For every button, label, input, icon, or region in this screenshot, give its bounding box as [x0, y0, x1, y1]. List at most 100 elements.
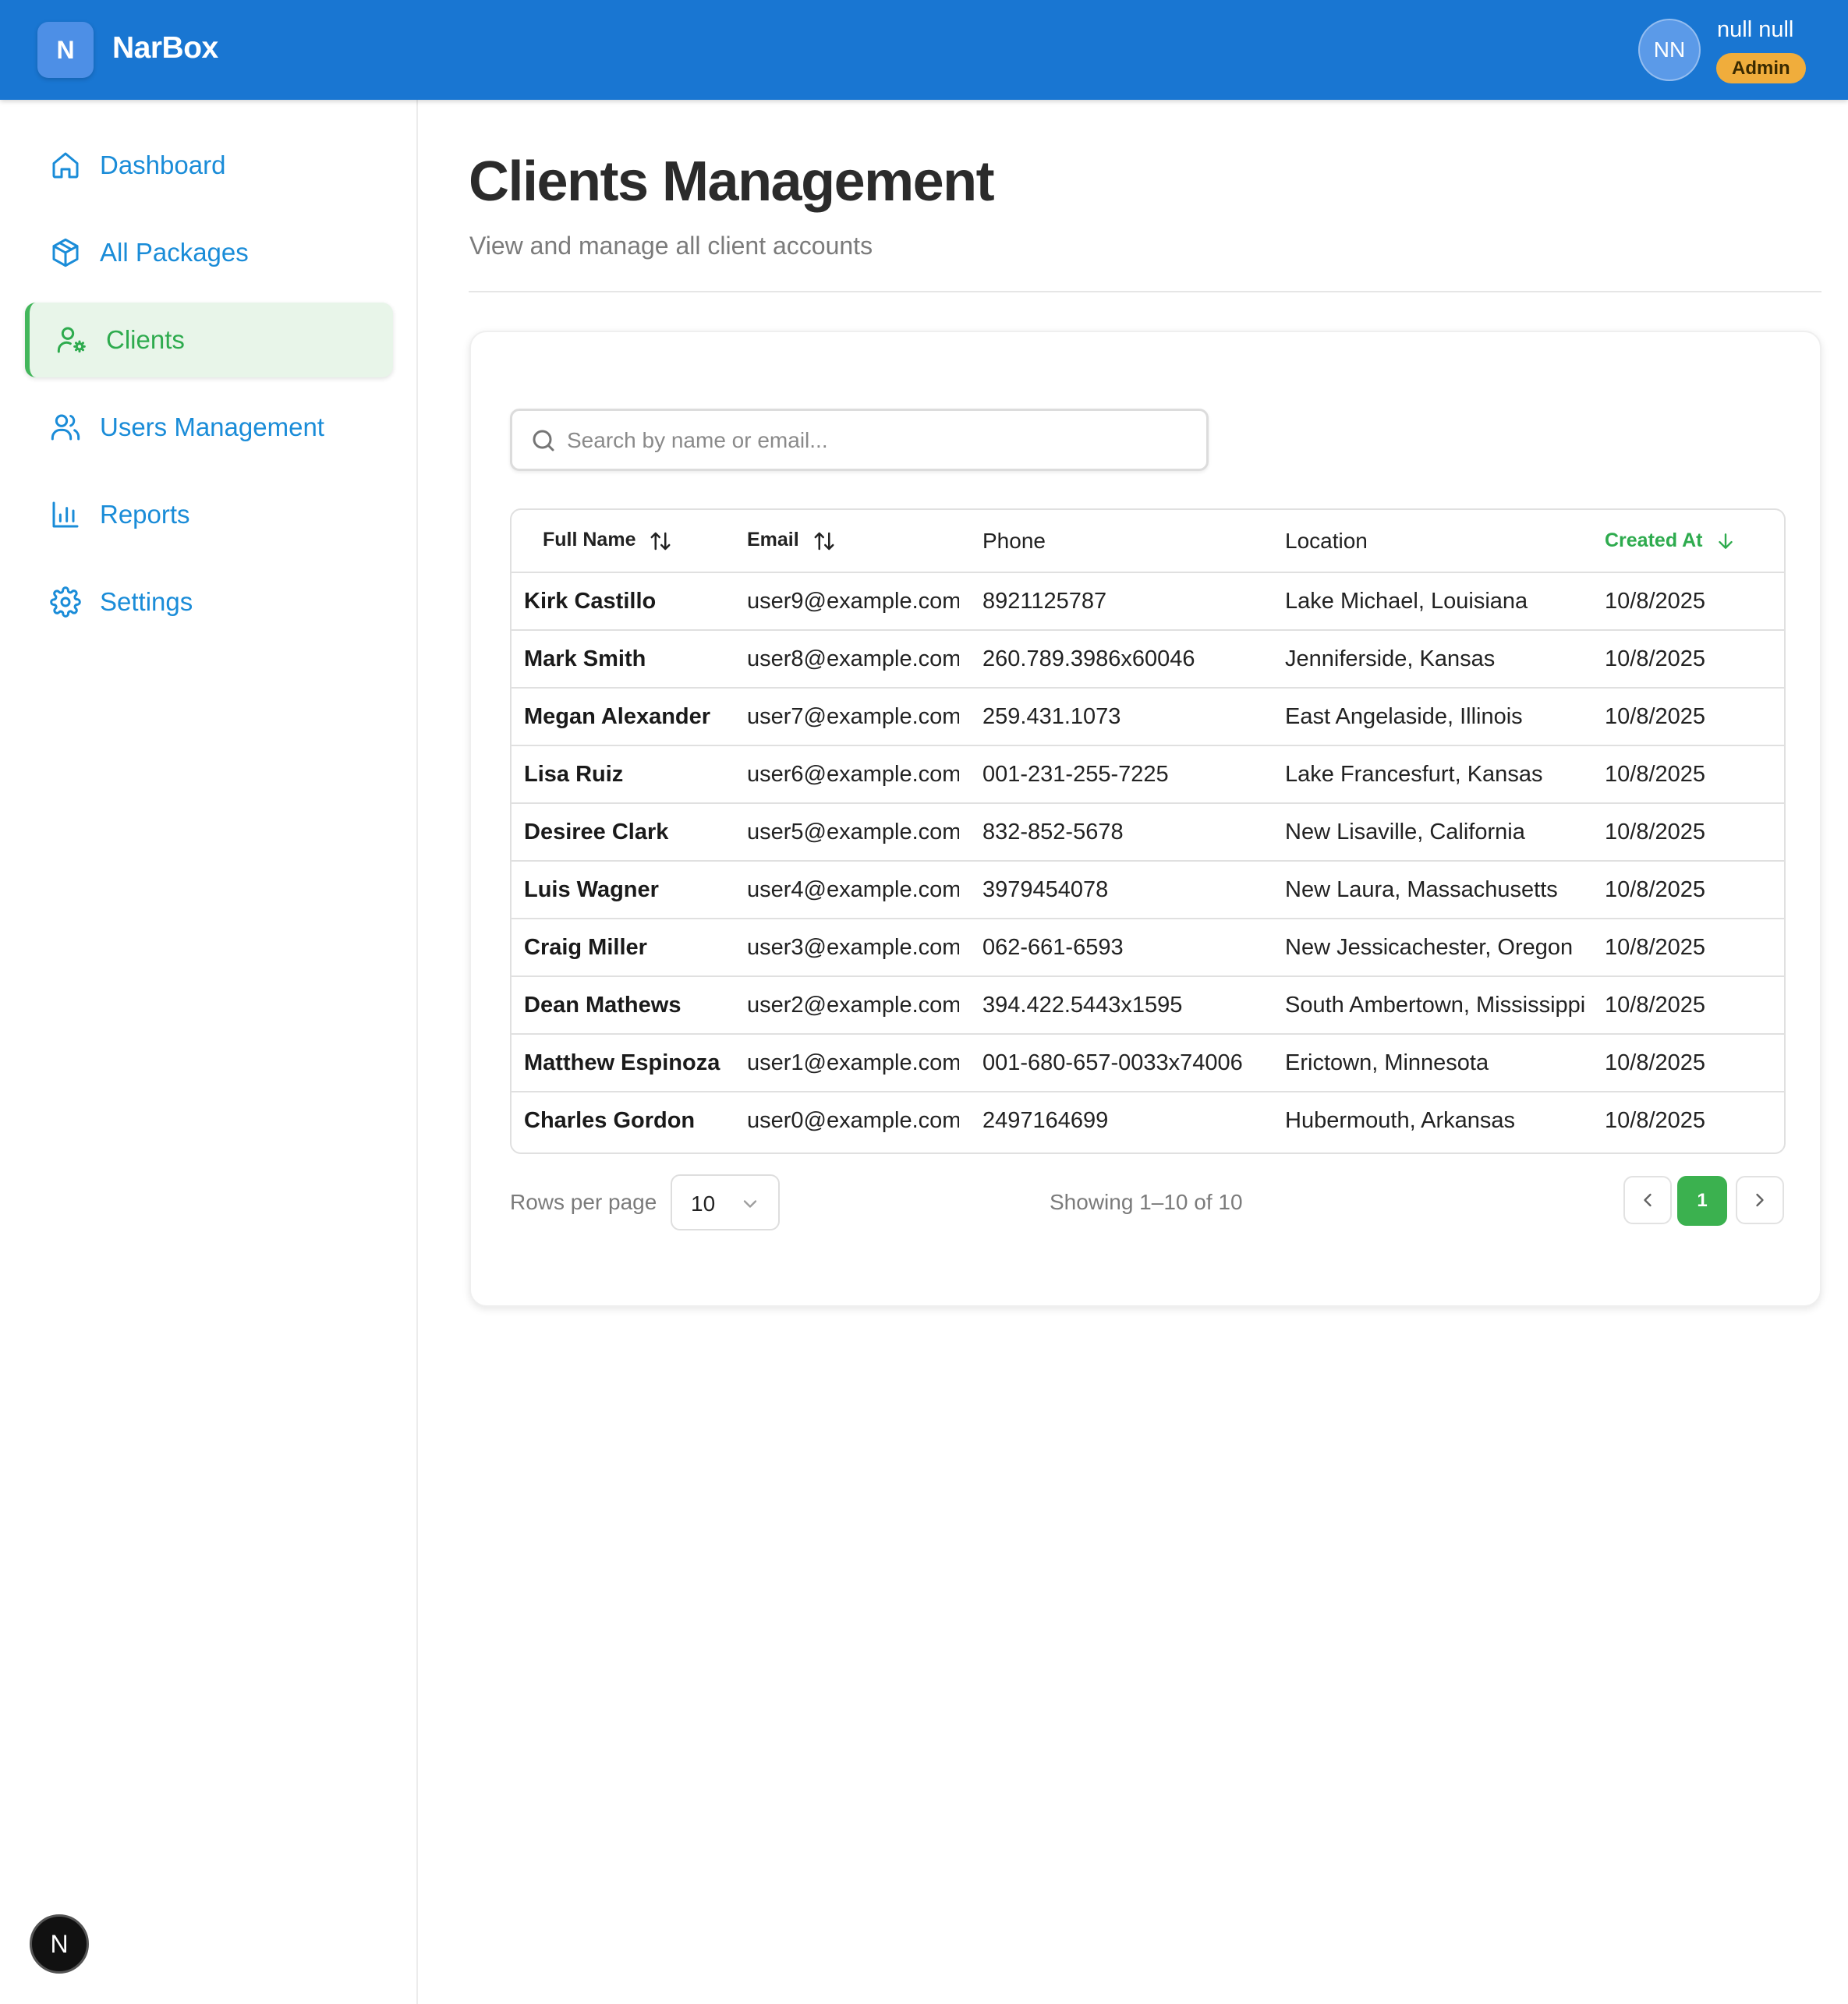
column-header-label: Full Name: [543, 529, 636, 551]
table-row[interactable]: Lisa Ruiz user6@example.com 001-231-255-72…: [512, 745, 1784, 803]
sidebar-item-all-packages[interactable]: All Packages: [25, 215, 393, 290]
arrow-down-icon: [1719, 533, 1733, 550]
phone-cell: 394.422.5443x1595: [982, 992, 1183, 1018]
clients-card: Full Name Email Phone: [469, 331, 1821, 1307]
prev-page-button[interactable]: [1623, 1176, 1672, 1224]
location-cell: Lake Michael, Louisiana: [1285, 588, 1528, 614]
name-cell: Dean Mathews: [524, 992, 681, 1018]
name-cell: Lisa Ruiz: [524, 761, 624, 787]
role-badge: Admin: [1716, 53, 1806, 83]
table-body: Kirk Castillo user9@example.com 8921125787…: [512, 572, 1784, 1149]
column-header-label: Phone: [982, 528, 1046, 553]
name-cell: Charles Gordon: [524, 1108, 696, 1133]
email-cell: user8@example.com: [747, 646, 959, 671]
table-row[interactable]: Desiree Clark user5@example.com 832-852-56…: [512, 803, 1784, 861]
table-row[interactable]: Megan Alexander user7@example.com 259.431.…: [512, 688, 1784, 745]
search-box[interactable]: [510, 409, 1209, 471]
table-header-row: Full Name Email Phone Location Created A…: [512, 510, 1784, 572]
created-at-cell: 10/8/2025: [1605, 876, 1706, 902]
sidebar-item-label: Clients: [106, 325, 185, 354]
phone-cell: 2497164699: [982, 1108, 1109, 1133]
sidebar-item-reports[interactable]: Reports: [25, 477, 393, 552]
created-at-cell: 10/8/2025: [1605, 761, 1706, 787]
location-cell: Lake Francesfurt, Kansas: [1285, 761, 1543, 787]
table-row[interactable]: Craig Miller user3@example.com 062-661-659…: [512, 919, 1784, 976]
rows-per-page-value: 10: [691, 1191, 716, 1216]
search-input[interactable]: [567, 420, 1191, 461]
column-header-phone: Phone: [959, 510, 1262, 572]
created-at-cell: 10/8/2025: [1605, 646, 1706, 671]
email-cell: user5@example.com: [747, 819, 959, 844]
created-at-cell: 10/8/2025: [1605, 1108, 1706, 1133]
phone-cell: 3979454078: [982, 876, 1109, 902]
name-cell: Matthew Espinoza: [524, 1050, 720, 1075]
package-icon: [52, 238, 79, 267]
phone-cell: 832-852-5678: [982, 819, 1124, 844]
column-header-email[interactable]: Email: [724, 510, 959, 572]
created-at-cell: 10/8/2025: [1605, 819, 1706, 844]
table-row[interactable]: Dean Mathews user2@example.com 394.422.544…: [512, 976, 1784, 1034]
sidebar-item-dashboard[interactable]: Dashboard: [25, 128, 393, 203]
app-header: N NarBox NN null null Admin: [0, 0, 1848, 100]
sidebar-item-users-management[interactable]: Users Management: [25, 390, 393, 465]
brand-logo[interactable]: N: [37, 22, 94, 78]
sidebar-item-settings[interactable]: Settings: [25, 565, 393, 639]
sidebar-item-label: Reports: [100, 500, 190, 529]
bar-chart-icon: [52, 501, 79, 528]
user-avatar[interactable]: NN: [1638, 19, 1701, 81]
user-cog-icon: [57, 327, 86, 353]
next-page-button[interactable]: [1736, 1176, 1784, 1224]
created-at-cell: 10/8/2025: [1605, 1050, 1706, 1075]
sidebar-item-label: Dashboard: [100, 150, 226, 179]
created-at-cell: 10/8/2025: [1605, 934, 1706, 960]
created-at-cell: 10/8/2025: [1605, 703, 1706, 729]
sidebar: Dashboard All Packages Clients Users Man…: [0, 100, 418, 2004]
clients-table: Full Name Email Phone Location Created A…: [510, 508, 1786, 1154]
user-name: null null: [1717, 17, 1794, 42]
name-cell: Luis Wagner: [524, 876, 659, 902]
email-cell: user3@example.com: [747, 934, 959, 960]
column-header-full-name[interactable]: Full Name: [512, 510, 724, 572]
location-cell: East Angelaside, Illinois: [1285, 703, 1523, 729]
home-icon: [52, 152, 79, 179]
location-cell: New Jessicachester, Oregon: [1285, 934, 1574, 960]
created-at-cell: 10/8/2025: [1605, 588, 1706, 614]
table-row[interactable]: Kirk Castillo user9@example.com 8921125787…: [512, 572, 1784, 630]
location-cell: New Laura, Massachusetts: [1285, 876, 1558, 902]
page-subtitle: View and manage all client accounts: [469, 232, 873, 260]
column-header-created-at[interactable]: Created At: [1589, 510, 1784, 572]
name-cell: Craig Miller: [524, 934, 647, 960]
page-button-current[interactable]: 1: [1677, 1176, 1727, 1226]
phone-cell: 8921125787: [982, 588, 1107, 614]
chevron-left-icon: [1644, 1193, 1652, 1207]
table-row[interactable]: Luis Wagner user4@example.com 3979454078 Ne…: [512, 861, 1784, 919]
phone-cell: 260.789.3986x60046: [982, 646, 1195, 671]
location-cell: South Ambertown, Mississippi: [1285, 992, 1586, 1018]
divider: [469, 291, 1821, 292]
email-cell: user4@example.com: [747, 876, 959, 902]
phone-cell: 001-680-657-0033x74006: [982, 1050, 1243, 1075]
location-cell: Erictown, Minnesota: [1285, 1050, 1489, 1075]
column-header-location: Location: [1262, 510, 1589, 572]
name-cell: Kirk Castillo: [524, 588, 657, 614]
gear-icon: [50, 586, 81, 618]
email-cell: user0@example.com: [747, 1108, 959, 1133]
name-cell: Mark Smith: [524, 646, 646, 671]
dev-tools-badge[interactable]: N: [30, 1914, 89, 1974]
table-row[interactable]: Charles Gordon user0@example.com 249716469…: [512, 1092, 1784, 1149]
sort-both-icon: [814, 532, 834, 550]
email-cell: user1@example.com: [747, 1050, 959, 1075]
name-cell: Megan Alexander: [524, 703, 711, 729]
table-row[interactable]: Matthew Espinoza user1@example.com 001-680…: [512, 1034, 1784, 1092]
location-cell: Hubermouth, Arkansas: [1285, 1108, 1515, 1133]
rows-per-page-select[interactable]: 10: [671, 1174, 780, 1230]
location-cell: Jenniferside, Kansas: [1285, 646, 1496, 671]
table-row[interactable]: Mark Smith user8@example.com 260.789.3986x…: [512, 630, 1784, 688]
phone-cell: 259.431.1073: [982, 703, 1121, 729]
column-header-label: Location: [1285, 528, 1368, 553]
app-name[interactable]: NarBox: [112, 31, 218, 66]
showing-range: Showing 1–10 of 10: [1050, 1190, 1243, 1214]
location-cell: New Lisaville, California: [1285, 819, 1525, 844]
column-header-label: Created At: [1605, 529, 1703, 551]
sidebar-item-clients[interactable]: Clients: [25, 303, 393, 377]
